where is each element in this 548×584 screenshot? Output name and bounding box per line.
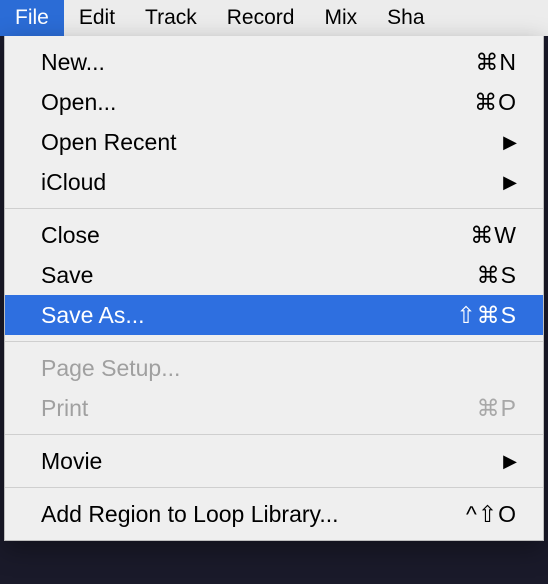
menu-item-new[interactable]: New... ⌘N — [5, 42, 543, 82]
menu-item-label: Movie — [41, 448, 503, 475]
menu-item-shortcut: ⌘O — [474, 89, 517, 116]
menu-item-label: Save As... — [41, 302, 456, 329]
menubar-item-file[interactable]: File — [0, 0, 64, 36]
menu-item-movie[interactable]: Movie ▶ — [5, 441, 543, 481]
menu-item-shortcut: ⌘W — [470, 222, 517, 249]
menu-separator — [5, 487, 543, 488]
menu-item-shortcut: ⌘S — [477, 262, 517, 289]
menu-item-label: Page Setup... — [41, 355, 517, 382]
menubar-item-mix[interactable]: Mix — [309, 0, 372, 36]
menu-item-label: New... — [41, 49, 475, 76]
menu-item-label: iCloud — [41, 169, 503, 196]
menu-item-label: Close — [41, 222, 470, 249]
menu-item-label: Save — [41, 262, 477, 289]
submenu-arrow-icon: ▶ — [503, 451, 517, 472]
menu-item-label: Open Recent — [41, 129, 503, 156]
menu-item-shortcut: ⌘N — [475, 49, 517, 76]
menu-item-label: Open... — [41, 89, 474, 116]
menubar-item-edit[interactable]: Edit — [64, 0, 130, 36]
menu-item-save[interactable]: Save ⌘S — [5, 255, 543, 295]
menu-item-shortcut: ⌘P — [477, 395, 517, 422]
submenu-arrow-icon: ▶ — [503, 172, 517, 193]
menu-item-open-recent[interactable]: Open Recent ▶ — [5, 122, 543, 162]
menu-item-save-as[interactable]: Save As... ⇧⌘S — [5, 295, 543, 335]
menu-separator — [5, 341, 543, 342]
menubar-item-track[interactable]: Track — [130, 0, 212, 36]
menubar: File Edit Track Record Mix Sha — [0, 0, 548, 36]
menu-separator — [5, 434, 543, 435]
submenu-arrow-icon: ▶ — [503, 132, 517, 153]
menu-item-icloud[interactable]: iCloud ▶ — [5, 162, 543, 202]
menu-item-page-setup: Page Setup... — [5, 348, 543, 388]
menu-item-add-region[interactable]: Add Region to Loop Library... ^⇧O — [5, 494, 543, 534]
menu-separator — [5, 208, 543, 209]
menu-item-label: Add Region to Loop Library... — [41, 501, 466, 528]
menu-item-shortcut: ^⇧O — [466, 501, 517, 528]
file-menu-dropdown: New... ⌘N Open... ⌘O Open Recent ▶ iClou… — [4, 36, 544, 541]
menu-item-label: Print — [41, 395, 477, 422]
menu-item-shortcut: ⇧⌘S — [456, 302, 517, 329]
menu-item-close[interactable]: Close ⌘W — [5, 215, 543, 255]
menubar-item-record[interactable]: Record — [212, 0, 310, 36]
menu-item-print: Print ⌘P — [5, 388, 543, 428]
menubar-item-share[interactable]: Sha — [372, 0, 439, 36]
menu-item-open[interactable]: Open... ⌘O — [5, 82, 543, 122]
